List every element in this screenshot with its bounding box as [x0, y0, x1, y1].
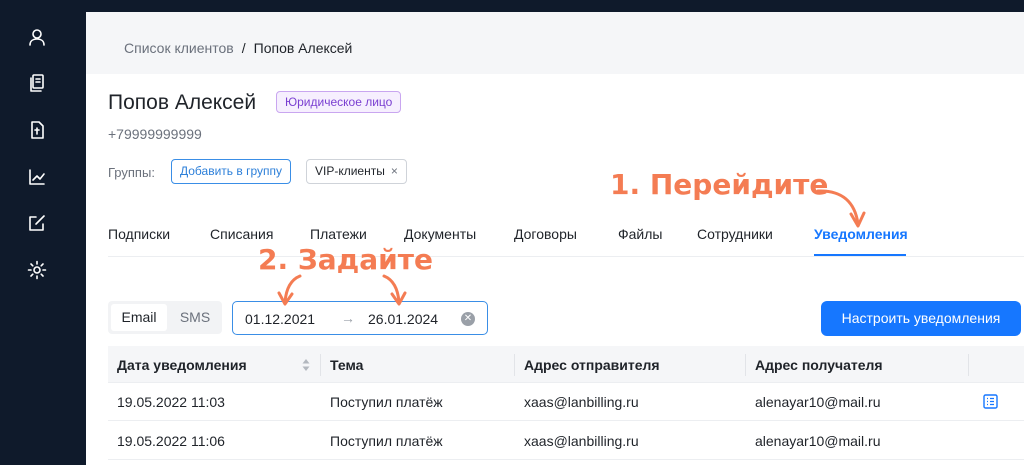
page-title: Попов Алексей — [108, 91, 257, 114]
date-range-picker[interactable]: 01.12.2021 → 26.01.2024 ✕ — [232, 301, 488, 335]
channel-sms-option[interactable]: SMS — [170, 304, 220, 331]
cell-subject: Поступил платёж — [330, 433, 443, 449]
tab-documents[interactable]: Документы — [404, 226, 476, 242]
topbar: Список клиентов / Попов Алексей — [86, 12, 1024, 74]
arrow-right-icon: → — [341, 310, 355, 326]
tabs-divider — [108, 256, 1024, 257]
cell-date: 19.05.2022 11:03 — [117, 394, 225, 410]
tab-contracts[interactable]: Договоры — [514, 226, 577, 242]
details-icon[interactable] — [983, 394, 998, 409]
main-content: Список клиентов / Попов Алексей Попов Алек… — [86, 12, 1024, 465]
chart-icon[interactable] — [27, 167, 47, 187]
client-phone: +79999999999 — [108, 126, 202, 142]
edit-icon[interactable] — [27, 213, 47, 233]
column-header-sender: Адрес отправителя — [524, 357, 660, 373]
user-icon[interactable] — [27, 27, 47, 47]
cell-recipient: alenayar10@mail.ru — [755, 394, 881, 410]
sidebar — [0, 0, 86, 465]
column-divider — [514, 354, 515, 376]
annotation-step-1: 1. Перейдите — [610, 168, 829, 201]
tab-employees[interactable]: Сотрудники — [697, 226, 773, 242]
breadcrumb: Список клиентов / Попов Алексей — [124, 40, 352, 56]
date-start-input[interactable]: 01.12.2021 — [245, 311, 315, 327]
channel-email-option[interactable]: Email — [111, 304, 167, 331]
table-header: Дата уведомления Тема Адрес отправителя … — [108, 346, 1024, 383]
column-header-recipient: Адрес получателя — [755, 357, 883, 373]
breadcrumb-current: Попов Алексей — [253, 40, 353, 56]
tab-payments[interactable]: Платежи — [310, 226, 367, 242]
client-type-badge: Юридическое лицо — [276, 91, 402, 113]
date-end-input[interactable]: 26.01.2024 — [368, 311, 438, 327]
clear-icon[interactable]: ✕ — [461, 312, 475, 326]
table-row[interactable]: 19.05.2022 11:06 Поступил платёж xaas@la… — [108, 422, 1024, 460]
sort-icon[interactable] — [301, 357, 311, 373]
column-divider — [745, 354, 746, 376]
close-icon[interactable]: × — [391, 164, 398, 178]
tab-notifications[interactable]: Уведомления — [814, 226, 908, 242]
column-divider — [320, 354, 321, 376]
add-to-group-button[interactable]: Добавить в группу — [171, 159, 291, 184]
breadcrumb-separator: / — [241, 40, 246, 56]
tab-files[interactable]: Файлы — [618, 226, 662, 242]
gear-icon[interactable] — [27, 260, 47, 280]
tab-charges[interactable]: Списания — [210, 226, 273, 242]
invoice-icon[interactable] — [27, 120, 47, 140]
group-tag: VIP-клиенты × — [306, 159, 407, 184]
cell-subject: Поступил платёж — [330, 394, 443, 410]
cell-sender: xaas@lanbilling.ru — [524, 433, 639, 449]
annotation-step-2: 2. Задайте — [258, 243, 433, 276]
breadcrumb-parent[interactable]: Список клиентов — [124, 40, 234, 56]
cell-recipient: alenayar10@mail.ru — [755, 433, 881, 449]
documents-icon[interactable] — [27, 73, 47, 93]
cell-sender: xaas@lanbilling.ru — [524, 394, 639, 410]
groups-label: Группы: — [108, 165, 155, 180]
group-tag-label: VIP-клиенты — [315, 164, 385, 178]
column-divider — [968, 354, 969, 376]
column-header-subject: Тема — [330, 357, 364, 373]
column-header-date[interactable]: Дата уведомления — [117, 357, 247, 373]
cell-date: 19.05.2022 11:06 — [117, 433, 225, 449]
setup-notifications-button[interactable]: Настроить уведомления — [821, 301, 1021, 336]
table-row[interactable]: 19.05.2022 11:03 Поступил платёж xaas@la… — [108, 383, 1024, 421]
channel-switch: Email SMS — [108, 301, 222, 334]
tab-subscriptions[interactable]: Подписки — [108, 226, 170, 242]
